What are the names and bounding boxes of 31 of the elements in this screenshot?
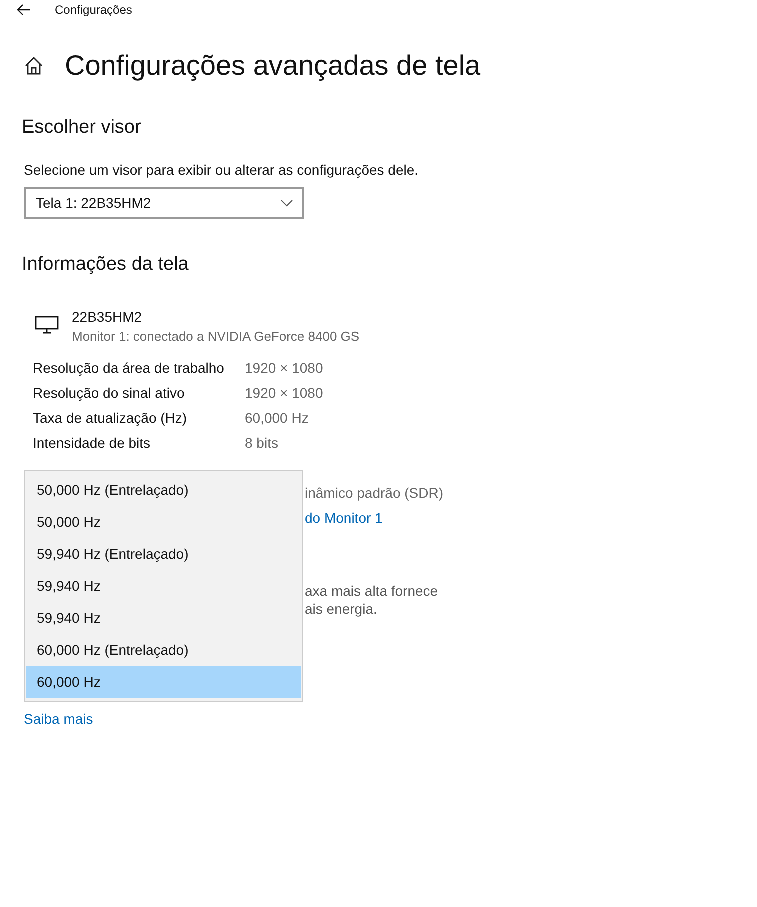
prompt-text: Selecione um visor para exibir ou alterar as configurações dele. <box>24 161 420 180</box>
menu-item[interactable]: 50,000 Hz (Entrelaçado) <box>26 474 301 506</box>
info-value: 60,000 Hz <box>245 410 309 426</box>
monitor-subtitle: Monitor 1: conectado a NVIDIA GeForce 8400 GS <box>72 328 360 346</box>
menu-item[interactable]: 59,940 Hz <box>26 602 301 634</box>
menu-item[interactable]: 59,940 Hz <box>26 570 301 602</box>
info-label: Intensidade de bits <box>33 434 152 450</box>
description-text: axa mais alta fornece ais energia. <box>305 582 440 618</box>
display-dropdown[interactable]: Tela 1: 22B35HM2 <box>24 187 304 219</box>
info-label: Resolução do sinal ativo <box>33 384 186 400</box>
learn-more-link[interactable]: Saiba mais <box>24 709 94 729</box>
menu-item[interactable]: 60,000 Hz <box>26 666 301 698</box>
info-value: 1920 × 1080 <box>245 360 324 376</box>
section-heading: Informações da tela <box>22 253 190 277</box>
monitor-icon <box>35 316 59 334</box>
adapter-link[interactable]: do Monitor 1 <box>305 510 383 526</box>
menu-item[interactable]: 60,000 Hz (Entrelaçado) <box>26 634 301 666</box>
monitor-name: 22B35HM2 <box>72 308 144 327</box>
menu-item[interactable]: 50,000 Hz <box>26 506 301 538</box>
home-icon[interactable] <box>24 56 44 76</box>
app-title: Configurações <box>55 3 132 17</box>
info-label: Resolução da área de trabalho <box>33 360 226 376</box>
chevron-down-icon <box>281 200 293 206</box>
info-value: inâmico padrão (SDR) <box>305 484 444 500</box>
info-label: Taxa de atualização (Hz) <box>33 410 188 426</box>
back-icon[interactable] <box>17 4 31 16</box>
page-title: Configurações avançadas de tela <box>65 49 481 83</box>
section-heading: Escolher visor <box>22 116 142 140</box>
info-value: 1920 × 1080 <box>245 384 324 400</box>
info-value: 8 bits <box>245 434 278 450</box>
menu-item[interactable]: 59,940 Hz (Entrelaçado) <box>26 538 301 570</box>
